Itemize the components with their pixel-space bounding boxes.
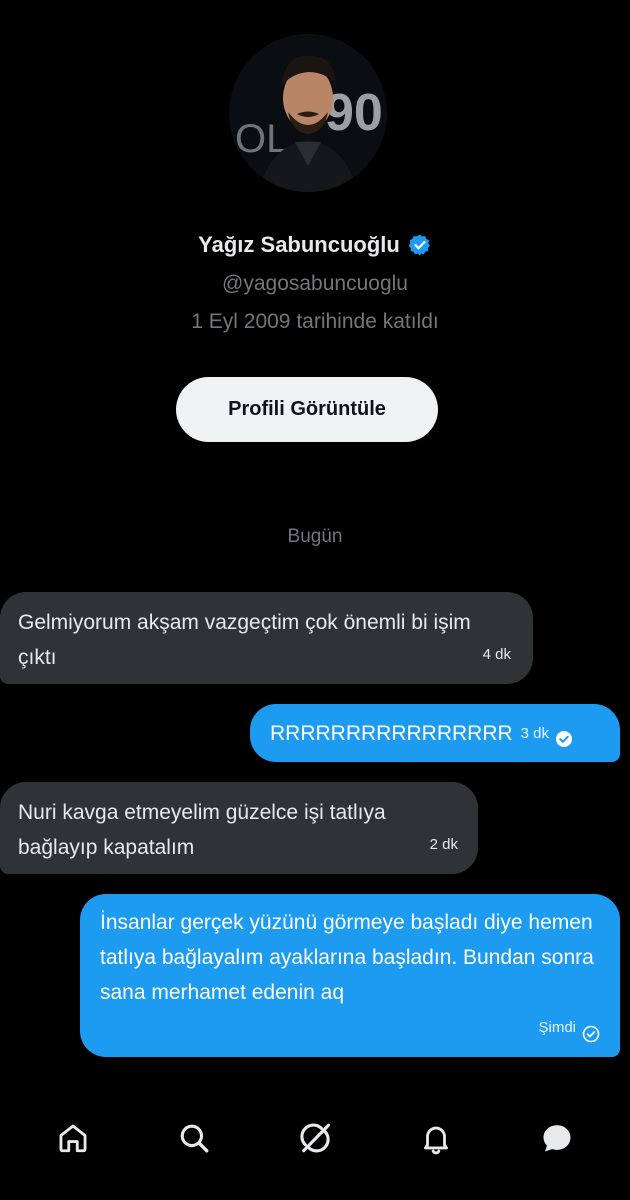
message-outgoing[interactable]: RRRRRRRRRRRRRRRR 3 dk (250, 704, 620, 762)
message-text: İnsanlar gerçek yüzünü görmeye başladı d… (100, 911, 594, 1004)
message-text: RRRRRRRRRRRRRRRR (270, 721, 513, 745)
sent-check-icon (582, 1019, 600, 1042)
search-icon[interactable] (170, 1114, 218, 1162)
grok-icon[interactable] (291, 1114, 339, 1162)
message-text: Gelmiyorum akşam vazgeçtim çok önemli bi… (18, 611, 471, 669)
message-time: 4 dk (482, 646, 511, 663)
message-incoming[interactable]: Gelmiyorum akşam vazgeçtim çok önemli bi… (0, 592, 533, 684)
profile-name: Yağız Sabuncuoğlu (198, 232, 400, 257)
bottom-navigation (0, 1098, 630, 1178)
profile-joined-date: 1 Eyl 2009 tarihinde katıldı (191, 310, 439, 333)
profile-handle: @yagosabuncuoglu (222, 272, 408, 295)
message-text: Nuri kavga etmeyelim güzelce işi tatlıya… (18, 801, 386, 859)
message-incoming[interactable]: Nuri kavga etmeyelim güzelce işi tatlıya… (0, 782, 478, 874)
notifications-icon[interactable] (412, 1114, 460, 1162)
profile-name-row: Yağız Sabuncuoğlu (0, 232, 630, 258)
avatar[interactable]: OL 90 (229, 34, 387, 192)
date-separator: Bugün (287, 526, 343, 547)
message-time: 3 dk (520, 724, 550, 742)
svg-text:90: 90 (325, 84, 383, 142)
message-time: 2 dk (429, 836, 458, 853)
messages-icon[interactable] (533, 1114, 581, 1162)
home-icon[interactable] (49, 1114, 97, 1162)
verified-badge-icon (408, 233, 432, 257)
read-check-icon (555, 724, 573, 747)
message-time: Şimdi (538, 1019, 576, 1036)
message-outgoing[interactable]: İnsanlar gerçek yüzünü görmeye başladı d… (80, 894, 620, 1057)
view-profile-button[interactable]: Profili Görüntüle (176, 377, 438, 442)
